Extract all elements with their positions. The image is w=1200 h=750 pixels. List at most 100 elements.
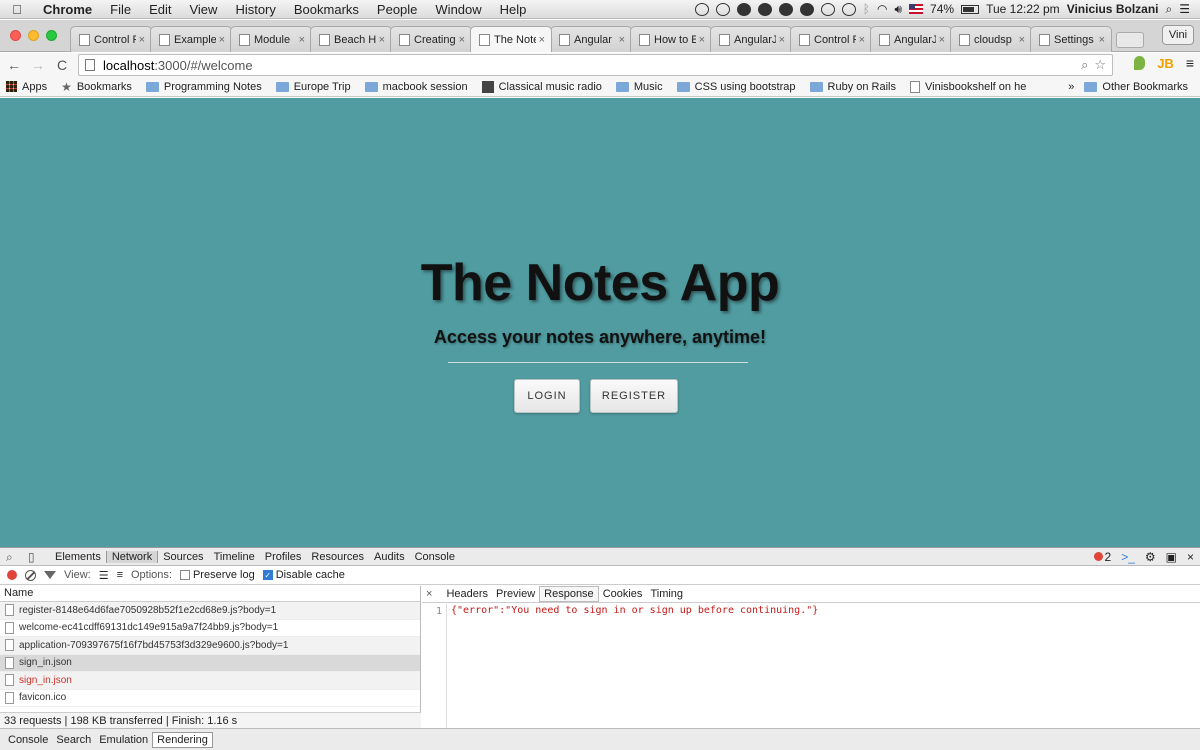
menu-help[interactable]: Help (491, 2, 536, 17)
bookmark-macbook-session[interactable]: macbook session (364, 81, 468, 93)
request-row[interactable]: application-709397675f16f7bd45753f3d329e… (0, 637, 420, 655)
request-row[interactable]: register-8148e64d6fae7050928b52f1e2cd68e… (0, 602, 420, 620)
record-icon[interactable] (7, 570, 17, 580)
drawer-tab-emulation[interactable]: Emulation (95, 733, 152, 747)
bookmark-ruby-on-rails[interactable]: Ruby on Rails (809, 81, 896, 93)
spotlight-icon[interactable]: ⌕ (1166, 2, 1173, 17)
menu-people[interactable]: People (368, 2, 426, 17)
hat-icon[interactable] (757, 2, 772, 16)
settings-gear-icon[interactable]: ⚙ (1145, 550, 1156, 564)
new-tab-button[interactable] (1116, 32, 1144, 48)
close-tab-icon[interactable]: × (139, 34, 145, 46)
check-icon[interactable] (715, 2, 730, 16)
detail-tab-response[interactable]: Response (539, 586, 599, 602)
bookmark-europe-trip[interactable]: Europe Trip (275, 81, 351, 93)
back-icon[interactable]: ← (4, 57, 24, 73)
error-counter[interactable]: 2 (1093, 550, 1111, 564)
bookmark-css-bootstrap[interactable]: CSS using bootstrap (676, 81, 796, 93)
browser-tab[interactable]: Control F × (70, 26, 152, 52)
disable-cache-checkbox[interactable]: ✓ Disable cache (262, 569, 345, 581)
browser-tab[interactable]: Beach H × (310, 26, 392, 52)
menu-file[interactable]: File (101, 2, 140, 17)
browser-tab[interactable]: Module × (230, 26, 312, 52)
close-tab-icon[interactable]: × (779, 34, 785, 46)
devtools-tab-timeline[interactable]: Timeline (209, 551, 260, 563)
console-drawer-icon[interactable]: >_ (1121, 550, 1135, 564)
bookmark-vinisbookshelf[interactable]: Vinisbookshelf on he (910, 80, 1026, 93)
register-button[interactable]: REGISTER (590, 379, 678, 413)
browser-tab[interactable]: Creating × (390, 26, 472, 52)
drawer-tab-rendering[interactable]: Rendering (152, 731, 213, 748)
menu-history[interactable]: History (226, 2, 284, 17)
close-tab-icon[interactable]: × (859, 34, 865, 46)
sync-icon[interactable] (694, 2, 709, 16)
clear-icon[interactable] (25, 569, 36, 581)
notification-center-icon[interactable]: ☰ (1179, 2, 1190, 16)
devtools-tab-profiles[interactable]: Profiles (260, 551, 307, 563)
chrome-menu-icon[interactable]: ≡ (1186, 55, 1194, 71)
response-body[interactable]: {"error":"You need to sign in or sign up… (451, 605, 818, 616)
devtools-tab-console[interactable]: Console (410, 551, 460, 563)
forward-icon[interactable]: → (28, 57, 48, 73)
bookmarks-overflow-button[interactable]: » (1068, 81, 1074, 93)
volume-icon[interactable]: 🔊︎ (894, 2, 902, 17)
battery-icon[interactable] (961, 4, 980, 14)
bookmark-other-bookmarks[interactable]: Other Bookmarks (1084, 81, 1188, 93)
menu-chrome[interactable]: Chrome (34, 2, 101, 17)
devtools-tab-network[interactable]: Network (105, 550, 159, 563)
profile-button[interactable]: Vini (1162, 25, 1194, 45)
close-tab-icon[interactable]: × (699, 34, 705, 46)
dropbox-icon[interactable] (820, 2, 835, 16)
name-column-header[interactable]: Name (0, 586, 420, 602)
devtools-tab-resources[interactable]: Resources (306, 551, 369, 563)
browser-tab[interactable]: Angular × (550, 26, 632, 52)
request-row[interactable]: sign_in.json (0, 654, 420, 672)
preserve-log-checkbox[interactable]: Preserve log (179, 569, 255, 581)
close-tab-icon[interactable]: × (299, 34, 305, 46)
device-mode-icon[interactable]: ▯ (28, 551, 40, 563)
browser-tab[interactable]: Control F × (790, 26, 872, 52)
browser-tab[interactable]: Settings × (1030, 26, 1112, 52)
detail-tab-timing[interactable]: Timing (646, 587, 687, 601)
devtools-tab-audits[interactable]: Audits (369, 551, 410, 563)
detail-tab-preview[interactable]: Preview (492, 587, 539, 601)
close-detail-icon[interactable]: × (426, 588, 432, 600)
evernote-extension-icon[interactable] (1134, 56, 1146, 70)
close-tab-icon[interactable]: × (539, 34, 545, 46)
large-rows-icon[interactable]: ☰ (99, 569, 109, 582)
time-machine-icon[interactable] (841, 2, 856, 16)
drawer-tab-console[interactable]: Console (4, 733, 52, 747)
menu-edit[interactable]: Edit (140, 2, 180, 17)
close-tab-icon[interactable]: × (619, 34, 625, 46)
request-row[interactable]: sign_in.json (0, 672, 420, 690)
detail-tab-cookies[interactable]: Cookies (599, 587, 647, 601)
address-bar[interactable]: localhost:3000/#/welcome ⌕ ☆ (78, 54, 1113, 76)
browser-tab[interactable]: AngularJ × (870, 26, 952, 52)
menu-bookmarks[interactable]: Bookmarks (285, 2, 368, 17)
close-tab-icon[interactable]: × (459, 34, 465, 46)
close-tab-icon[interactable]: × (379, 34, 385, 46)
browser-tab[interactable]: The Note × (470, 26, 552, 52)
detail-tab-headers[interactable]: Headers (442, 587, 492, 601)
reload-icon[interactable]: C (52, 57, 72, 73)
apple-menu-icon[interactable]:  (0, 2, 34, 17)
request-row[interactable]: welcome-ec41cdff69131dc149e915a9a7f24bb9… (0, 620, 420, 637)
wifi-icon[interactable]: ◠ (877, 2, 887, 16)
login-button[interactable]: LOGIN (514, 379, 580, 413)
bookmark-apps[interactable]: Apps (6, 81, 47, 93)
close-window-button[interactable] (10, 30, 21, 41)
minimize-window-button[interactable] (28, 30, 39, 41)
menubar-clock[interactable]: Tue 12:22 pm (986, 2, 1060, 16)
bookmark-bookmarks[interactable]: ★ Bookmarks (61, 80, 132, 94)
close-tab-icon[interactable]: × (939, 34, 945, 46)
inspect-icon[interactable]: ⌕ (6, 551, 18, 563)
close-tab-icon[interactable]: × (1099, 34, 1105, 46)
close-devtools-icon[interactable]: × (1187, 550, 1194, 564)
browser-tab[interactable]: AngularJ × (710, 26, 792, 52)
search-icon[interactable]: ⌕ (1081, 57, 1088, 73)
bookmark-music[interactable]: Music (615, 81, 663, 93)
drawer-tab-search[interactable]: Search (52, 733, 95, 747)
battery-percent[interactable]: 74% (930, 2, 954, 16)
browser-tab[interactable]: cloudsp × (950, 26, 1032, 52)
chat-icon[interactable] (799, 2, 814, 16)
